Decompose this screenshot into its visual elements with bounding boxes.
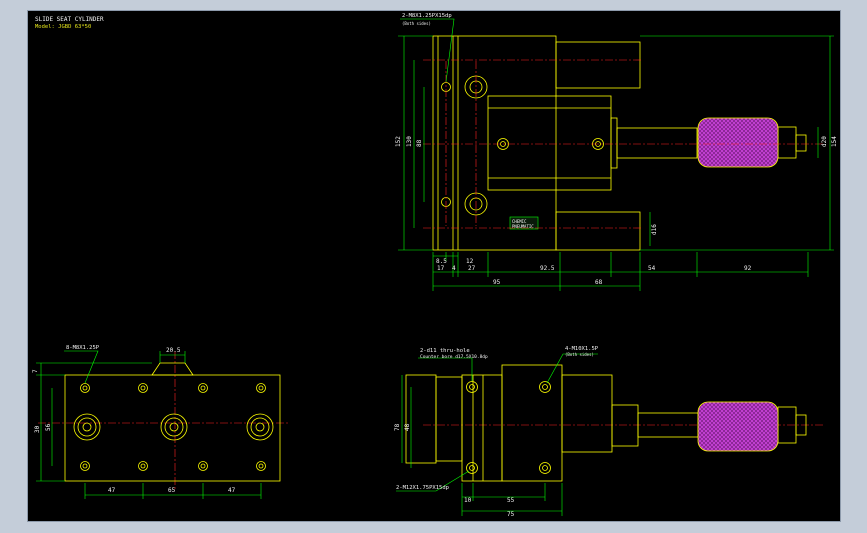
- dim-56: 56: [45, 423, 52, 431]
- front-view-dim-text: 8-M8X1.25P 20.5 7 30 56 47 65 47: [32, 345, 236, 494]
- dim-75: 75: [507, 511, 515, 518]
- note-counter-bore: Counter bore d17.5X10.8dp: [420, 354, 488, 360]
- guide-rod-upper: [555, 41, 641, 89]
- plan-view-main: [501, 364, 563, 482]
- dim-68: 68: [595, 279, 603, 286]
- dim-78: 78: [394, 423, 401, 431]
- dim-d20: d20: [821, 136, 828, 147]
- piston-rod: [616, 127, 698, 159]
- front-view: [64, 362, 281, 482]
- dim-95: 95: [493, 279, 501, 286]
- knurled-knob-plan: [697, 401, 779, 452]
- dim-47-left: 47: [108, 487, 116, 494]
- dim-88: 88: [416, 139, 423, 147]
- dim-d16: d16: [651, 224, 658, 235]
- cad-viewer-window: SLIDE SEAT CYLINDER Model: JGBD 63*50 CH…: [0, 0, 867, 533]
- dim-65: 65: [168, 487, 176, 494]
- plan-view-dimensions: [396, 353, 598, 516]
- note-thru-hole: 2-d11 thru-hole: [420, 348, 470, 354]
- front-view-top-boss: [151, 362, 194, 376]
- guide-rod-lower: [555, 211, 641, 251]
- plan-view-dim-text: 2-d11 thru-hole Counter bore d17.5X10.8d…: [394, 346, 599, 518]
- dim-30: 30: [34, 425, 41, 433]
- dim-4: 4: [452, 265, 456, 272]
- dim-48: 48: [404, 423, 411, 431]
- note-thread: 2-M8X1.25PX15dp: [402, 13, 452, 19]
- dim-20-5: 20.5: [166, 347, 181, 354]
- dim-12: 12: [466, 258, 474, 265]
- dim-27: 27: [468, 265, 476, 272]
- dim-10: 10: [464, 497, 472, 504]
- note-m12: 2-M12X1.75PX15dp: [396, 485, 449, 491]
- plan-view-end-plate: [405, 374, 437, 464]
- dim-7: 7: [32, 369, 39, 373]
- dim-154: 154: [831, 136, 838, 147]
- dim-152: 152: [395, 136, 402, 147]
- dim-17: 17: [437, 265, 445, 272]
- dim-55: 55: [507, 497, 515, 504]
- dim-92-5: 92.5: [540, 265, 555, 272]
- knurled-knob: [697, 117, 779, 168]
- note-thread-sub: (Both sides): [402, 21, 431, 26]
- brand-label: CHEMIC PNEUMATIC: [509, 216, 539, 230]
- note-front-holes: 8-M8X1.25P: [66, 345, 100, 351]
- front-view-dimensions: [36, 350, 262, 499]
- front-view-body: [64, 374, 281, 482]
- plan-view-collar: [611, 404, 639, 447]
- dim-54: 54: [648, 265, 656, 272]
- dim-8-5: 8.5: [436, 258, 447, 265]
- note-m10-sub: (Both sides): [565, 352, 594, 357]
- rod-end-nut: [777, 126, 797, 159]
- drawing-title: SLIDE SEAT CYLINDER: [35, 16, 104, 23]
- dim-130: 130: [406, 136, 413, 147]
- dim-47-right: 47: [228, 487, 236, 494]
- drawing-model: Model: JGBD 63*50: [35, 24, 91, 30]
- dim-92: 92: [744, 265, 752, 272]
- drawing-svg: SLIDE SEAT CYLINDER Model: JGBD 63*50 CH…: [32, 13, 838, 518]
- drawing-canvas[interactable]: SLIDE SEAT CYLINDER Model: JGBD 63*50 CH…: [27, 10, 841, 522]
